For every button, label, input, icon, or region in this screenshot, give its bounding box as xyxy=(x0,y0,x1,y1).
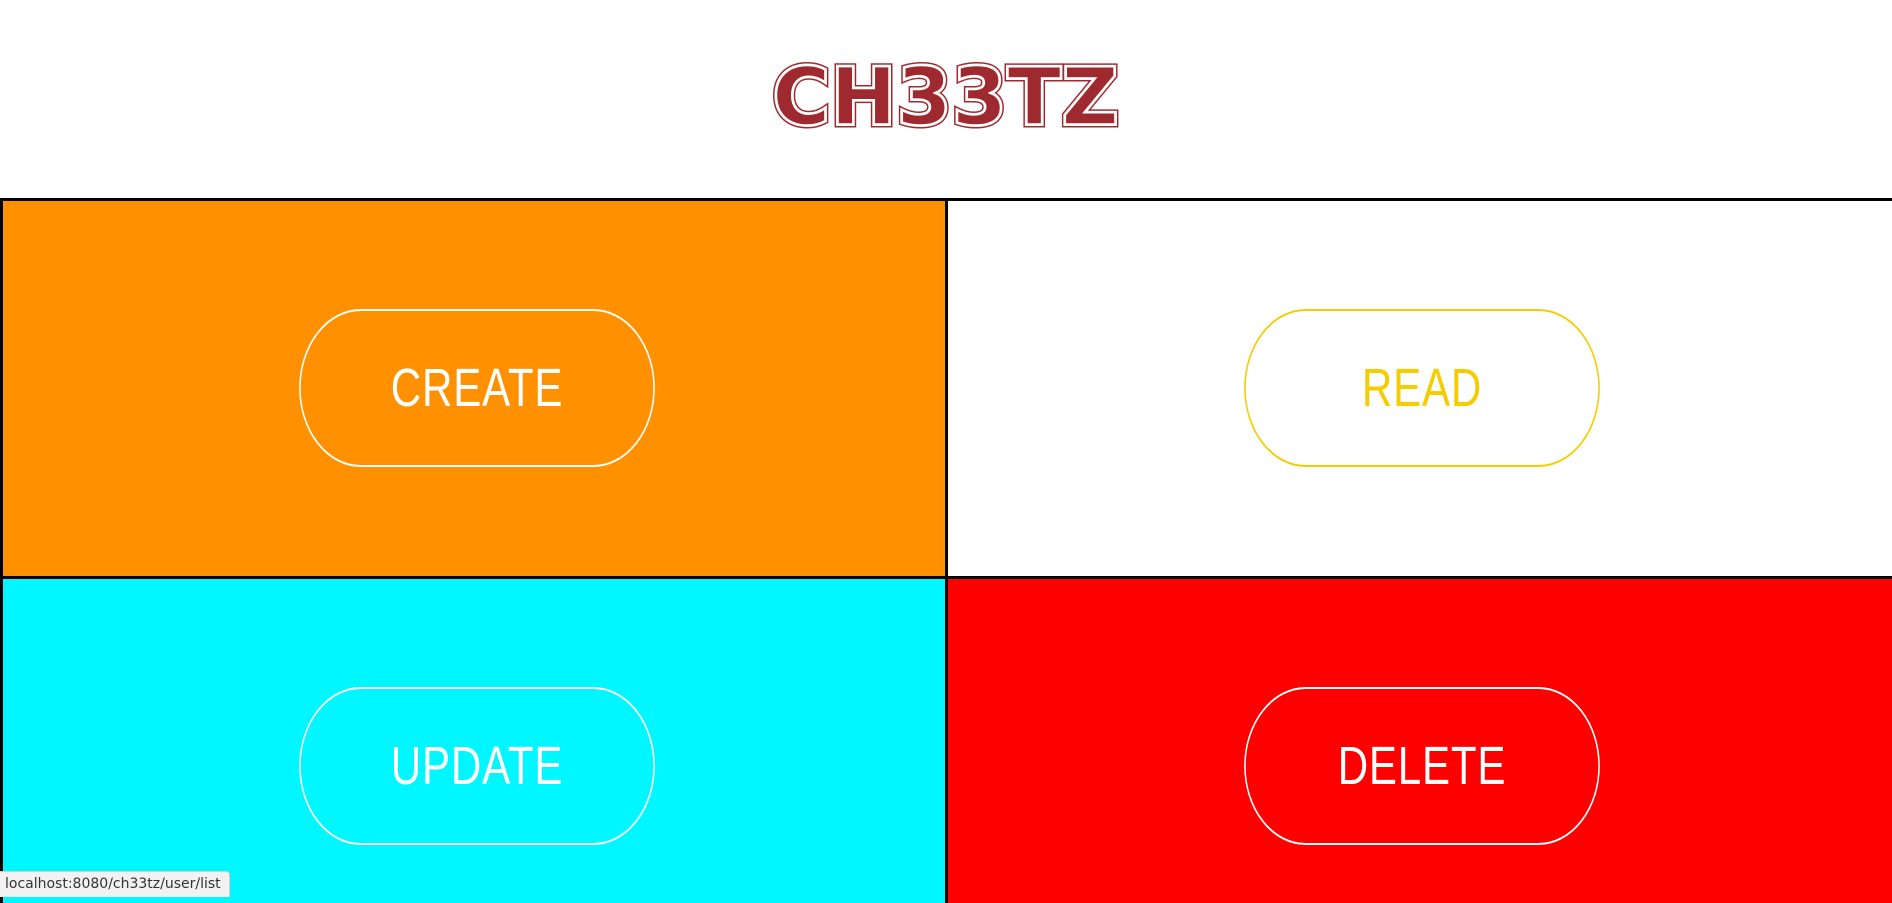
create-button[interactable]: CREATE xyxy=(299,309,655,467)
create-panel: CREATE xyxy=(0,201,948,579)
update-button[interactable]: UPDATE xyxy=(299,687,655,845)
link-status-bar: localhost:8080/ch33tz/user/list xyxy=(0,871,230,897)
delete-panel: DELETE xyxy=(948,579,1892,903)
delete-button-label: DELETE xyxy=(1338,735,1507,797)
update-button-label: UPDATE xyxy=(391,735,563,797)
create-button-label: CREATE xyxy=(391,357,563,419)
read-button-label: READ xyxy=(1362,357,1482,419)
page-header: CH33TZ CH33TZ CH33TZ xyxy=(0,0,1892,198)
update-panel: UPDATE xyxy=(0,579,948,903)
logo-lettering: CH33TZ CH33TZ CH33TZ xyxy=(773,53,1120,143)
delete-button[interactable]: DELETE xyxy=(1244,687,1600,845)
logo-text: CH33TZ xyxy=(773,53,1120,143)
read-panel: READ xyxy=(948,201,1892,579)
site-logo[interactable]: CH33TZ CH33TZ CH33TZ xyxy=(0,0,1892,198)
read-button[interactable]: READ xyxy=(1244,309,1600,467)
crud-grid: CREATE READ UPDATE DELETE xyxy=(0,198,1892,897)
